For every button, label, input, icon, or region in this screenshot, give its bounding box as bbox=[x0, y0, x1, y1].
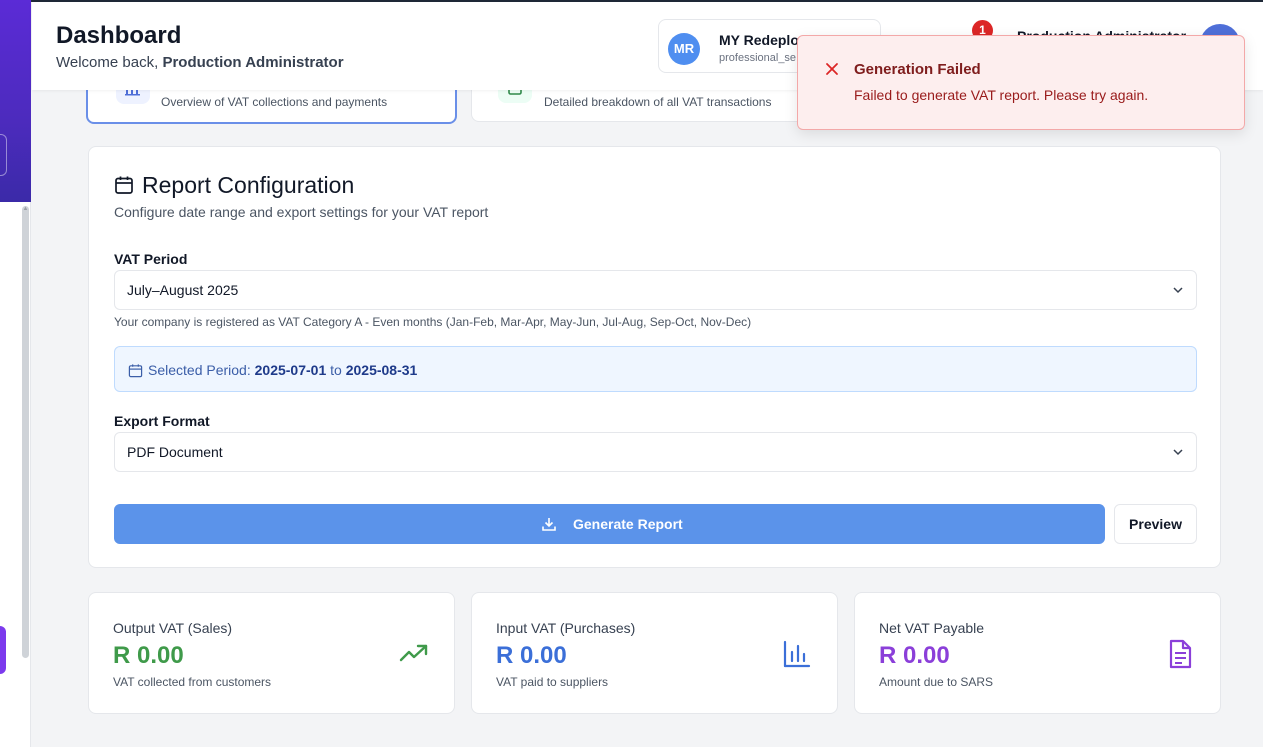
generate-report-button[interactable]: Generate Report bbox=[114, 504, 1105, 544]
bar-chart-icon bbox=[783, 640, 811, 668]
selected-period-banner: Selected Period: 2025-07-01 to 2025-08-3… bbox=[114, 346, 1197, 392]
sidebar-brand-area bbox=[0, 0, 31, 202]
company-plan: professional_se bbox=[719, 52, 797, 64]
chevron-down-icon bbox=[1173, 287, 1183, 294]
sidebar-collapsed-item[interactable] bbox=[0, 134, 7, 176]
stat-description: VAT paid to suppliers bbox=[496, 675, 609, 689]
selected-period-to: to bbox=[330, 362, 342, 378]
output-vat-card: Output VAT (Sales) R 0.00 VAT collected … bbox=[88, 592, 455, 714]
export-format-select[interactable]: PDF Document bbox=[114, 432, 1197, 472]
calendar-icon bbox=[115, 176, 133, 194]
trending-up-icon bbox=[399, 644, 428, 662]
close-icon[interactable] bbox=[825, 62, 839, 76]
vat-period-value: July–August 2025 bbox=[127, 282, 239, 298]
download-icon bbox=[542, 518, 556, 531]
company-name: MY Redeploy bbox=[719, 32, 807, 48]
export-format-value: PDF Document bbox=[127, 444, 223, 460]
section-title: Report Configuration bbox=[142, 172, 355, 198]
selected-period-start: 2025-07-01 bbox=[254, 362, 327, 378]
export-format-label: Export Format bbox=[114, 413, 210, 429]
page-title: Dashboard bbox=[56, 22, 182, 49]
sidebar-action-pill[interactable] bbox=[0, 626, 6, 674]
toast-message: Failed to generate VAT report. Please tr… bbox=[854, 87, 1149, 103]
welcome-message: Welcome back, Production Administrator bbox=[56, 54, 344, 71]
stat-value: R 0.00 bbox=[496, 642, 567, 669]
stat-description: Amount due to SARS bbox=[879, 675, 994, 689]
chevron-down-icon bbox=[1173, 449, 1183, 456]
calendar-icon bbox=[128, 364, 143, 378]
section-subtitle: Configure date range and export settings… bbox=[114, 204, 489, 220]
vat-period-select[interactable]: July–August 2025 bbox=[114, 270, 1197, 310]
preview-button[interactable]: Preview bbox=[1114, 504, 1197, 544]
welcome-prefix: Welcome back, bbox=[56, 54, 159, 71]
net-vat-card: Net VAT Payable R 0.00 Amount due to SAR… bbox=[854, 592, 1221, 714]
vat-period-hint: Your company is registered as VAT Catego… bbox=[114, 315, 752, 329]
welcome-user: Production Administrator bbox=[162, 54, 344, 71]
file-text-icon bbox=[1169, 639, 1192, 669]
tab-description: Overview of VAT collections and payments bbox=[161, 95, 388, 109]
toast-title: Generation Failed bbox=[854, 61, 981, 78]
report-configuration-card: Report Configuration Configure date rang… bbox=[88, 146, 1221, 568]
scroll-up-arrow-icon[interactable]: ▲ bbox=[22, 206, 29, 213]
sidebar-scrollbar[interactable] bbox=[22, 206, 29, 658]
input-vat-card: Input VAT (Purchases) R 0.00 VAT paid to… bbox=[471, 592, 838, 714]
selected-period-prefix: Selected Period: bbox=[148, 362, 251, 378]
selected-period-text: Selected Period: 2025-07-01 to 2025-08-3… bbox=[148, 362, 417, 378]
tab-description: Detailed breakdown of all VAT transactio… bbox=[544, 95, 772, 109]
stat-label: Output VAT (Sales) bbox=[113, 620, 233, 636]
selected-period-end: 2025-08-31 bbox=[345, 362, 418, 378]
company-avatar: MR bbox=[668, 33, 700, 65]
sidebar: ▲ bbox=[0, 0, 31, 747]
error-toast[interactable]: Generation Failed Failed to generate VAT… bbox=[797, 35, 1245, 130]
stat-label: Input VAT (Purchases) bbox=[496, 620, 636, 636]
stat-value: R 0.00 bbox=[879, 642, 950, 669]
stat-value: R 0.00 bbox=[113, 642, 184, 669]
stat-label: Net VAT Payable bbox=[879, 620, 985, 636]
generate-report-label: Generate Report bbox=[573, 516, 683, 532]
stat-description: VAT collected from customers bbox=[113, 675, 272, 689]
vat-period-label: VAT Period bbox=[114, 251, 188, 267]
